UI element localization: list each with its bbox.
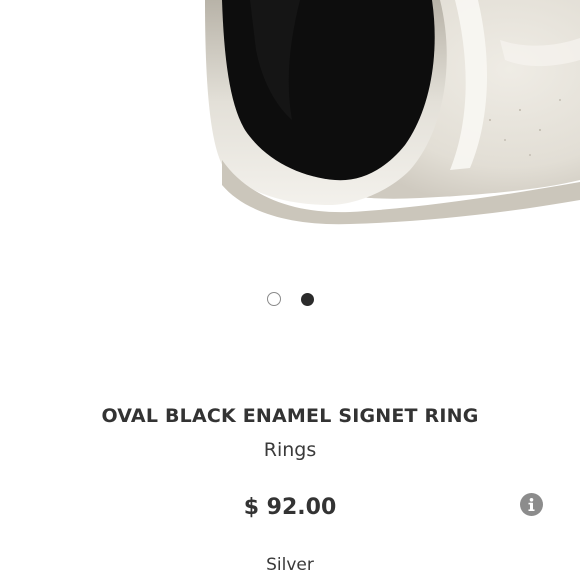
info-button[interactable] xyxy=(520,493,543,516)
carousel-indicator xyxy=(0,292,580,308)
product-category[interactable]: Rings xyxy=(0,439,580,461)
product-color: Silver xyxy=(266,555,314,575)
ring-photo xyxy=(205,0,580,225)
product-title: OVAL BLACK ENAMEL SIGNET RING xyxy=(101,405,479,427)
carousel-dot-1[interactable] xyxy=(266,292,281,306)
product-image[interactable] xyxy=(0,0,580,260)
carousel-dot-2[interactable] xyxy=(300,293,314,306)
info-icon xyxy=(528,498,535,511)
product-price: $ 92.00 xyxy=(243,495,337,520)
product-page: OVAL BLACK ENAMEL SIGNET RING Rings $ 92… xyxy=(0,0,580,580)
